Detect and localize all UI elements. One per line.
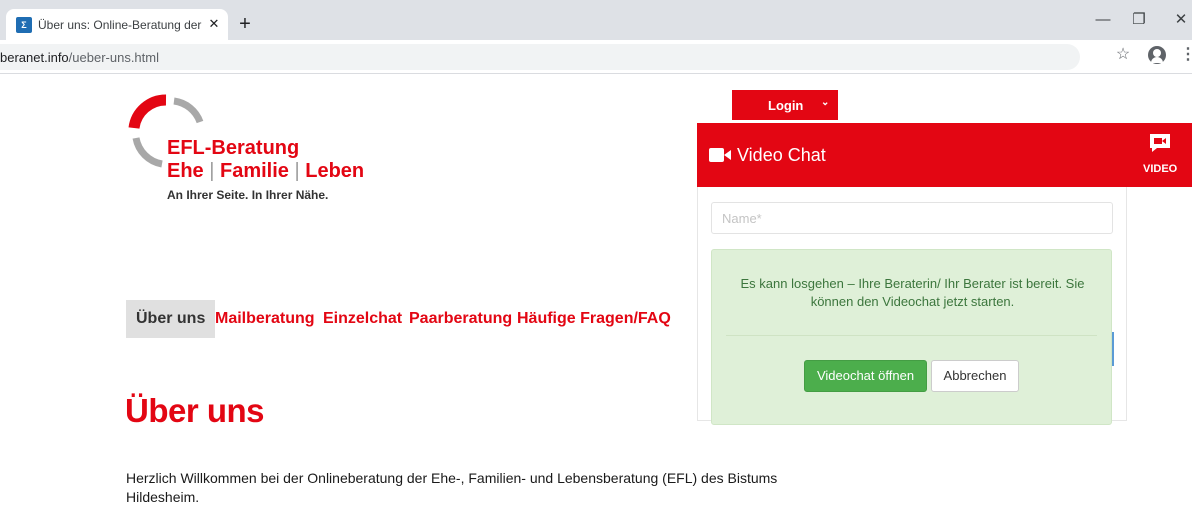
minimize-window-button[interactable]: — xyxy=(1088,6,1118,34)
alert-divider xyxy=(726,335,1097,336)
video-chat-header: Video Chat VIDEO xyxy=(697,123,1192,187)
logo-word-leben: Leben xyxy=(305,160,365,182)
profile-avatar-icon[interactable] xyxy=(1148,46,1166,64)
logo-separator: | xyxy=(288,160,306,182)
video-tab-icon[interactable] xyxy=(1148,133,1172,153)
bookmark-star-icon[interactable]: ☆ xyxy=(1113,44,1133,66)
panel-edge-accent xyxy=(1112,332,1114,366)
page-title: Über uns xyxy=(125,392,265,429)
nav-item-einzelchat[interactable]: Einzelchat xyxy=(323,300,402,338)
browser-tab[interactable]: Σ Über uns: Online-Beratung der Ehe-, Fa… xyxy=(6,9,228,40)
ready-message: Es kann losgehen – Ihre Beraterin/ Ihr B… xyxy=(740,276,1085,309)
logo-title: EFL-Beratung xyxy=(167,137,300,159)
name-input[interactable] xyxy=(711,202,1113,234)
url-text: beranet.info/ueber-uns.html xyxy=(0,50,159,65)
new-tab-button[interactable]: + xyxy=(234,14,256,36)
tab-title: Über uns: Online-Beratung der Ehe-, Fami… xyxy=(38,18,202,32)
login-button[interactable]: Login ⌄ xyxy=(732,90,838,120)
video-camera-icon xyxy=(709,148,731,162)
logo-word-ehe: Ehe xyxy=(167,160,204,182)
logo-subtitle: Ehe | Familie | Leben xyxy=(167,160,364,183)
logo-word-familie: Familie xyxy=(220,160,289,182)
cancel-button[interactable]: Abbrechen xyxy=(931,360,1019,392)
logo-separator: | xyxy=(203,160,220,182)
nav-item-mailberatung[interactable]: Mailberatung xyxy=(215,300,315,338)
intro-paragraph: Herzlich Willkommen bei der Onlineberatu… xyxy=(126,470,778,505)
nav-item-faq[interactable]: Häufige Fragen/FAQ xyxy=(517,300,671,338)
close-tab-icon[interactable]: ✕ xyxy=(206,15,222,33)
browser-menu-icon[interactable]: ⋮ xyxy=(1180,44,1192,66)
logo-tagline: An Ihrer Seite. In Ihrer Nähe. xyxy=(167,188,329,202)
video-tab-label[interactable]: VIDEO xyxy=(1143,163,1177,175)
nav-item-ueber-uns[interactable]: Über uns xyxy=(126,300,216,338)
browser-toolbar: beranet.info/ueber-uns.html xyxy=(0,40,1192,74)
address-bar[interactable]: beranet.info/ueber-uns.html xyxy=(0,44,1080,70)
site-favicon-icon: Σ xyxy=(16,17,32,33)
open-videochat-button[interactable]: Videochat öffnen xyxy=(804,360,927,392)
video-chat-title: Video Chat xyxy=(737,145,826,165)
browser-tab-strip: Σ Über uns: Online-Beratung der Ehe-, Fa… xyxy=(0,0,1192,40)
nav-item-paarberatung[interactable]: Paarberatung xyxy=(409,300,512,338)
maximize-window-button[interactable]: ❐ xyxy=(1124,6,1154,34)
ready-alert: Es kann losgehen – Ihre Beraterin/ Ihr B… xyxy=(711,249,1112,425)
url-path: /ueber-uns.html xyxy=(68,50,159,65)
close-window-button[interactable]: ✕ xyxy=(1166,6,1192,34)
url-domain: beranet.info xyxy=(0,50,69,65)
chevron-down-icon: ⌄ xyxy=(821,97,830,108)
login-label: Login xyxy=(768,98,804,113)
